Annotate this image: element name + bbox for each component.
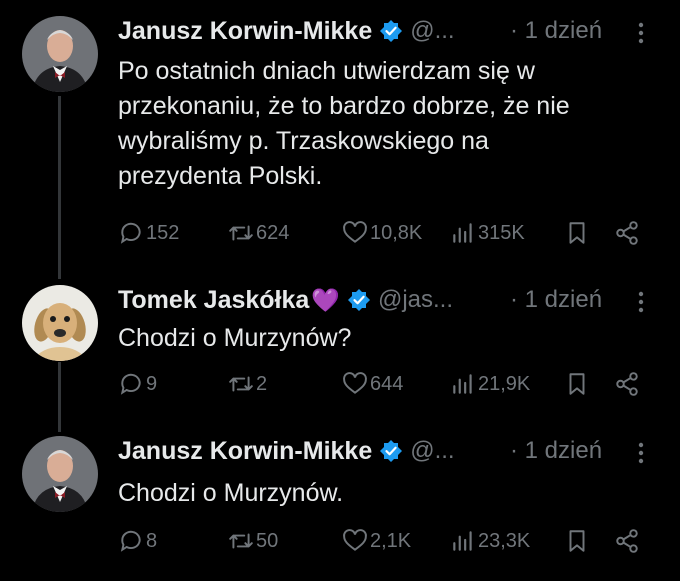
retweet-count: 624 xyxy=(256,221,290,244)
tweet-actions: 152 624 10,8K 315K xyxy=(118,220,648,250)
avatar[interactable] xyxy=(22,16,98,92)
tweet-text-line: prezydenta Polski. xyxy=(118,162,323,190)
heart-icon xyxy=(343,529,367,551)
like-count: 2,1K xyxy=(370,529,412,552)
reply-button[interactable]: 152 xyxy=(118,220,179,246)
purple-heart-emoji: 💜 xyxy=(311,286,340,313)
views-button[interactable]: 315K xyxy=(450,220,525,246)
author-name[interactable]: Janusz Korwin-Mikke xyxy=(118,17,372,46)
retweet-count: 2 xyxy=(256,372,268,395)
reply-count: 8 xyxy=(146,529,158,552)
reply-icon xyxy=(120,222,141,244)
thread-line xyxy=(58,96,61,279)
share-button[interactable] xyxy=(614,220,640,251)
bookmark-button[interactable] xyxy=(564,220,590,251)
like-count: 10,8K xyxy=(370,221,423,244)
author-name[interactable]: Janusz Korwin-Mikke xyxy=(118,437,372,466)
views-button[interactable]: 21,9K xyxy=(450,371,530,397)
tweet-text-line: Chodzi o Murzynów? xyxy=(118,324,352,352)
views-icon xyxy=(453,374,472,394)
bookmark-icon xyxy=(569,373,585,395)
tweet-text: Chodzi o Murzynów? xyxy=(118,321,351,356)
tweet-time[interactable]: · 1 dzień xyxy=(510,437,602,465)
verified-badge-icon xyxy=(347,289,370,311)
more-options-icon[interactable] xyxy=(638,22,644,44)
retweet-icon xyxy=(229,225,253,241)
avatar[interactable] xyxy=(22,285,98,361)
views-count: 21,9K xyxy=(478,372,531,395)
like-count: 644 xyxy=(370,372,404,395)
verified-badge-icon xyxy=(380,440,403,462)
tweet-text: Chodzi o Murzynów. xyxy=(118,476,343,511)
bookmark-icon xyxy=(569,530,585,552)
like-button[interactable]: 644 xyxy=(342,371,403,397)
share-button[interactable] xyxy=(614,371,640,402)
heart-icon xyxy=(343,221,367,243)
avatar[interactable] xyxy=(22,436,98,512)
verified-badge-icon xyxy=(380,20,403,42)
retweet-count: 50 xyxy=(256,529,279,552)
like-button[interactable]: 2,1K xyxy=(342,528,411,554)
heart-icon xyxy=(343,372,367,394)
retweet-button[interactable]: 50 xyxy=(228,528,278,554)
more-options-icon[interactable] xyxy=(638,291,644,313)
bookmark-button[interactable] xyxy=(564,371,590,402)
like-button[interactable]: 10,8K xyxy=(342,220,422,246)
more-options-icon[interactable] xyxy=(638,442,644,464)
thread-line xyxy=(58,362,61,432)
share-icon xyxy=(616,372,638,396)
tweet-time[interactable]: · 1 dzień xyxy=(510,17,602,45)
tweet-text-line: Po ostatnich dniach utwierdzam się w xyxy=(118,57,535,85)
retweet-icon xyxy=(229,533,253,549)
tweet-actions: 8 50 2,1K 23,3K xyxy=(118,528,648,558)
reply-button[interactable]: 8 xyxy=(118,528,157,554)
views-count: 23,3K xyxy=(478,529,531,552)
bookmark-button[interactable] xyxy=(564,528,590,559)
share-button[interactable] xyxy=(614,528,640,559)
author-handle[interactable]: @jas... xyxy=(378,286,453,314)
views-icon xyxy=(453,223,472,243)
author-name[interactable]: Tomek Jaskółka xyxy=(118,286,309,315)
views-button[interactable]: 23,3K xyxy=(450,528,530,554)
retweet-button[interactable]: 624 xyxy=(228,220,289,246)
reply-count: 9 xyxy=(146,372,158,395)
tweet-text: Po ostatnich dniach utwierdzam się w prz… xyxy=(118,54,570,194)
retweet-button[interactable]: 2 xyxy=(228,371,267,397)
tweet-text-line: przekonaniu, że to bardzo dobrze, że nie xyxy=(118,92,570,120)
share-icon xyxy=(616,529,638,553)
reply-count: 152 xyxy=(146,221,180,244)
tweet-text-line: wybraliśmy p. Trzaskowskiego na xyxy=(118,127,489,155)
views-icon xyxy=(453,531,472,551)
retweet-icon xyxy=(229,376,253,392)
author-handle[interactable]: @... xyxy=(410,437,454,465)
reply-icon xyxy=(120,530,141,552)
tweet-actions: 9 2 644 21,9K xyxy=(118,371,648,401)
author-handle[interactable]: @... xyxy=(410,17,454,45)
reply-button[interactable]: 9 xyxy=(118,371,157,397)
share-icon xyxy=(616,221,638,245)
views-count: 315K xyxy=(478,221,525,244)
tweet-time[interactable]: · 1 dzień xyxy=(510,286,602,314)
tweet-text-line: Chodzi o Murzynów. xyxy=(118,479,344,507)
reply-icon xyxy=(120,373,141,395)
bookmark-icon xyxy=(569,222,585,244)
